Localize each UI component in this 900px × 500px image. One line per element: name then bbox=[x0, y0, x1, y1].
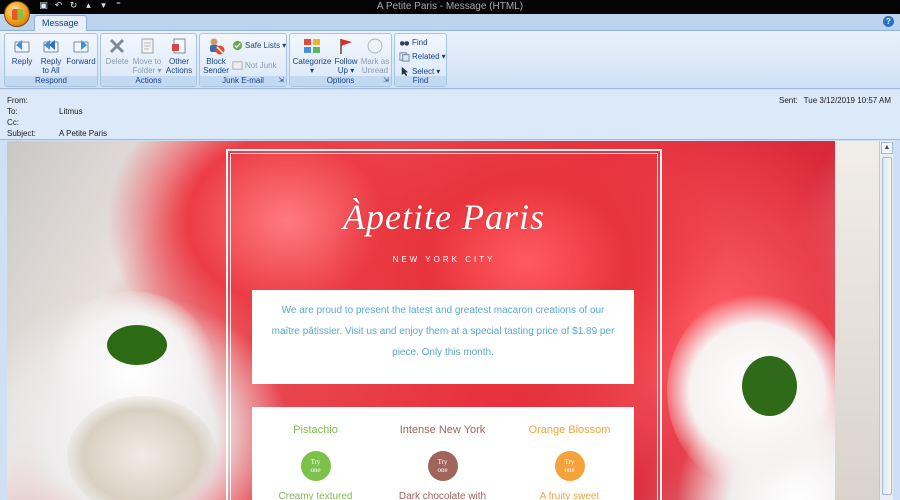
junk-email-group-label: Junk E-mail bbox=[200, 76, 286, 86]
help-icon[interactable]: ? bbox=[883, 16, 894, 27]
safe-lists-button[interactable]: Safe Lists ▾ bbox=[232, 40, 286, 51]
mark-as-unread-icon bbox=[367, 38, 383, 54]
flavor-description: Dark chocolate with bbox=[398, 491, 487, 500]
forward-icon bbox=[73, 40, 89, 53]
message-body[interactable]: Àpetite Paris NEW YORK CITY We are proud… bbox=[7, 141, 879, 500]
safe-lists-icon bbox=[232, 40, 243, 51]
options-group: Categorize ▾ Follow Up ▾ Mark as Unread Opt… bbox=[289, 33, 392, 87]
flower-center-right bbox=[742, 356, 797, 416]
sent-info: Sent: Tue 3/12/2019 10:57 AM bbox=[779, 96, 891, 105]
from-label: From: bbox=[7, 96, 28, 105]
flavor-description: Creamy textured bbox=[278, 491, 353, 500]
respond-group: Reply Reply to All Forward Respond bbox=[4, 33, 98, 87]
delete-button[interactable]: Delete bbox=[103, 36, 131, 66]
window-title: A Petite Paris - Message (HTML) bbox=[376, 1, 524, 12]
junk-email-group: Block Sender Safe Lists ▾ Not Junk Junk E… bbox=[199, 33, 287, 87]
try-one-button[interactable]: Try one bbox=[300, 451, 331, 481]
flavor-name: Orange Blossom bbox=[528, 424, 611, 436]
tab-message[interactable]: Message bbox=[34, 15, 87, 31]
follow-up-button[interactable]: Follow Up ▾ bbox=[332, 36, 360, 75]
office-button[interactable] bbox=[4, 1, 30, 27]
reply-button[interactable]: Reply bbox=[8, 36, 36, 66]
subject-label: Subject: bbox=[7, 129, 36, 138]
options-dialog-launcher[interactable]: ⇲ bbox=[383, 77, 389, 85]
block-sender-icon bbox=[210, 38, 225, 55]
sent-label: Sent: bbox=[778, 96, 798, 105]
window-right-edge bbox=[893, 141, 900, 500]
intro-text: We are proud to present the latest and g… bbox=[252, 290, 634, 384]
not-junk-icon bbox=[232, 61, 243, 70]
move-to-folder-button[interactable]: Move to Folder ▾ bbox=[131, 36, 163, 75]
flavor-description: A fruity sweet bbox=[539, 491, 600, 500]
options-group-label: Options bbox=[290, 76, 391, 86]
related-button[interactable]: Related ▾ bbox=[399, 51, 446, 62]
respond-group-label: Respond bbox=[5, 76, 97, 86]
follow-up-flag-icon bbox=[340, 39, 352, 54]
flavor-name: Pistachio bbox=[293, 424, 338, 436]
not-junk-button[interactable]: Not Junk bbox=[232, 60, 277, 71]
find-group: Find Related ▾ Select ▾ Find bbox=[394, 33, 447, 87]
move-to-folder-icon bbox=[141, 38, 154, 54]
binoculars-icon bbox=[399, 41, 410, 46]
categorize-icon bbox=[304, 39, 320, 53]
sent-value: Tue 3/12/2019 10:57 AM bbox=[803, 96, 891, 105]
ribbon-tab-strip: Message ? bbox=[0, 14, 900, 31]
actions-group-label: Actions bbox=[101, 76, 196, 86]
forward-button[interactable]: Forward bbox=[65, 36, 97, 66]
vertical-scrollbar[interactable]: ▲ bbox=[879, 141, 893, 500]
delete-icon bbox=[109, 38, 125, 54]
actions-group: Delete Move toFolder ▾ OtherActions ▾ Ac… bbox=[100, 33, 197, 87]
ribbon: Reply Reply to All Forward Respond Delete… bbox=[0, 31, 900, 89]
scrollbar-thumb[interactable] bbox=[882, 157, 892, 495]
try-one-button[interactable]: Try one bbox=[554, 451, 585, 481]
find-group-label: Find bbox=[395, 76, 446, 86]
flower-center-left bbox=[107, 325, 167, 365]
brand-city: NEW YORK CITY bbox=[392, 255, 496, 264]
flavor-panel: Pistachio Try one Creamy textured Intense… bbox=[252, 407, 634, 500]
flavor-item: Pistachio Try one Creamy textured bbox=[252, 423, 379, 500]
find-button[interactable]: Find bbox=[399, 37, 428, 48]
block-sender-button[interactable]: Block Sender bbox=[202, 36, 230, 75]
scroll-up-arrow-icon[interactable]: ▲ bbox=[881, 142, 893, 154]
flavor-name: Intense New York bbox=[399, 424, 486, 436]
try-one-button[interactable]: Try one bbox=[427, 451, 458, 481]
to-label: To: bbox=[7, 107, 18, 116]
mark-as-unread-button[interactable]: Mark as Unread bbox=[360, 36, 390, 75]
flavor-item: Orange Blossom Try one A fruity sweet bbox=[506, 423, 633, 500]
subject-value: A Petite Paris bbox=[59, 129, 108, 138]
flavor-item: Intense New York Try one Dark chocolate w… bbox=[379, 423, 506, 500]
background-right-edge bbox=[835, 141, 879, 500]
title-bar: ▣ ↶ ↻ ▴ ▾ ⁼ A Petite Paris - Message (HT… bbox=[0, 0, 900, 14]
other-actions-icon bbox=[172, 38, 186, 54]
reply-all-icon bbox=[43, 40, 59, 53]
cc-label: Cc: bbox=[7, 118, 19, 127]
to-value[interactable]: Litmus bbox=[59, 107, 83, 116]
junk-email-dialog-launcher[interactable]: ⇲ bbox=[278, 77, 284, 85]
brand-logo: Àpetite Paris bbox=[343, 197, 545, 237]
categorize-button[interactable]: Categorize ▾ bbox=[292, 36, 332, 75]
related-icon bbox=[399, 52, 410, 62]
message-header: From: To: Litmus Cc: Subject: A Petite P… bbox=[0, 90, 900, 140]
reply-icon bbox=[14, 40, 30, 53]
reply-all-button[interactable]: Reply to All bbox=[37, 36, 65, 75]
